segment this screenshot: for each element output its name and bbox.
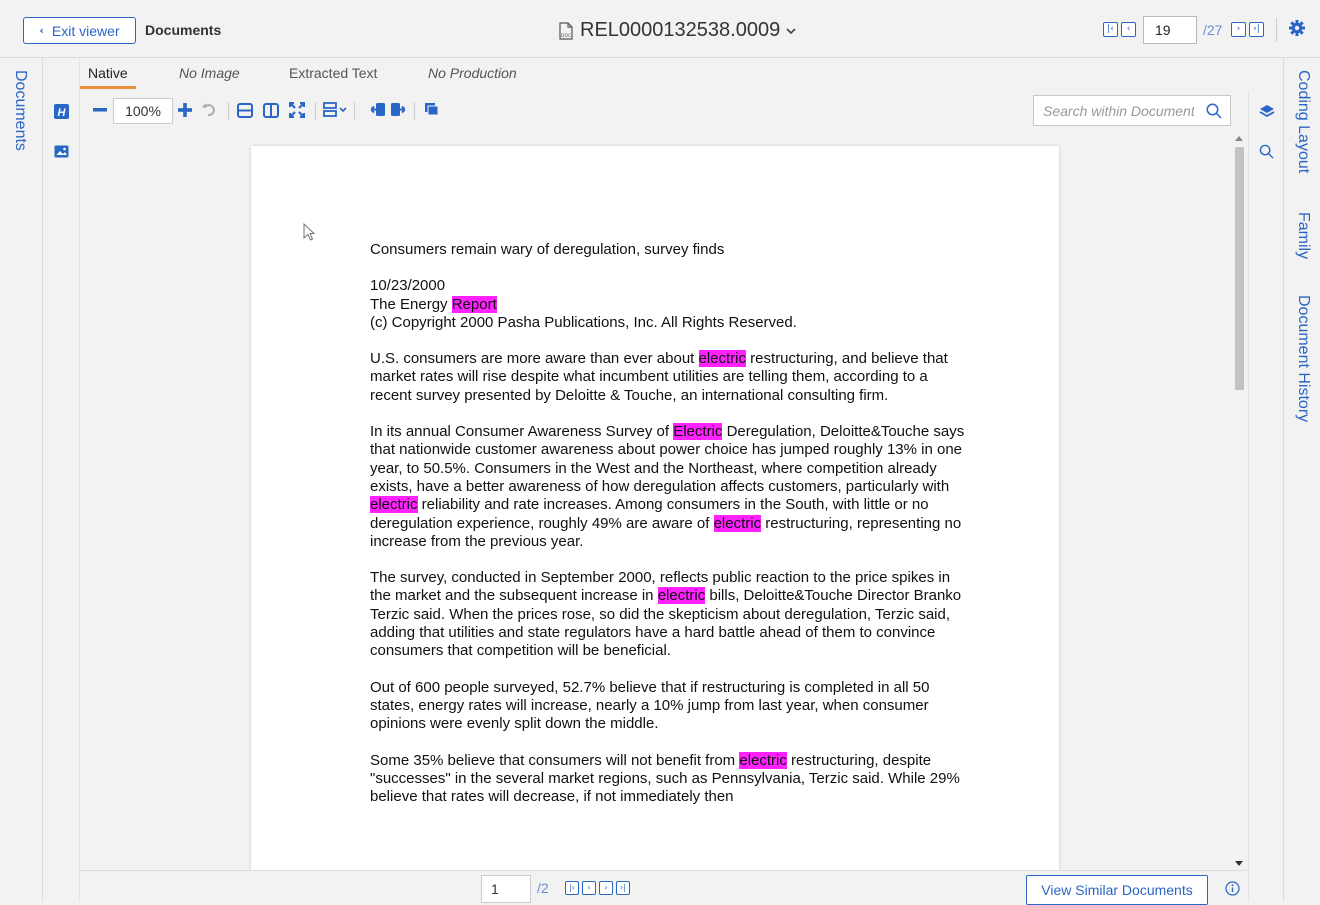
divider xyxy=(315,102,316,120)
view-similar-documents-button[interactable]: View Similar Documents xyxy=(1026,875,1208,905)
last-page-icon[interactable]: ›| xyxy=(616,881,630,895)
divider xyxy=(414,102,415,120)
first-document-icon[interactable]: |‹ xyxy=(1103,22,1118,37)
search-hit-highlight: electric xyxy=(657,587,706,605)
top-bar: ‹ Exit viewer Documents DOC REL000013253… xyxy=(0,0,1320,58)
fit-width-icon[interactable] xyxy=(237,103,253,118)
doc-paragraph: Some 35% believe that consumers will not… xyxy=(370,751,960,806)
coding-layout-tab[interactable]: Coding Layout xyxy=(1294,70,1312,173)
right-tools xyxy=(1248,91,1283,902)
fullscreen-icon[interactable] xyxy=(289,102,305,118)
active-tab-indicator xyxy=(80,86,136,89)
document-total: /27 xyxy=(1203,22,1223,38)
tab-native[interactable]: Native xyxy=(88,65,128,81)
family-tab[interactable]: Family xyxy=(1294,212,1312,259)
search-hit-highlight: electric xyxy=(739,751,787,769)
gear-icon[interactable] xyxy=(1288,19,1306,37)
doc-line-title: Consumers remain wary of deregulation, s… xyxy=(370,241,725,258)
doc-file-icon: DOC xyxy=(559,21,573,40)
scroll-up-icon[interactable] xyxy=(1235,136,1243,141)
viewer-toolbar: 100% xyxy=(80,91,1245,133)
document-page: Consumers remain wary of deregulation, s… xyxy=(251,146,1059,870)
tab-no-image[interactable]: No Image xyxy=(179,65,240,81)
doc-paragraph: In its annual Consumer Awareness Survey … xyxy=(370,423,965,550)
next-page-icon[interactable]: › xyxy=(599,881,613,895)
doc-line-copyright: (c) Copyright 2000 Pasha Publications, I… xyxy=(370,313,797,331)
search-within-document[interactable] xyxy=(1033,95,1231,126)
chevron-left-icon: ‹ xyxy=(39,24,44,37)
document-number-input[interactable]: 19 xyxy=(1143,16,1197,44)
doc-line-date: 10/23/2000 xyxy=(370,277,446,295)
exit-viewer-label: Exit viewer xyxy=(51,22,120,39)
document-id: REL0000132538.0009 xyxy=(580,19,781,41)
document-selector[interactable]: DOC REL0000132538.0009 xyxy=(558,19,796,42)
page-total: /2 xyxy=(537,880,549,896)
scroll-down-icon[interactable] xyxy=(1235,861,1243,866)
search-icon[interactable] xyxy=(1259,144,1274,159)
document-history-tab[interactable]: Document History xyxy=(1294,295,1312,422)
exit-viewer-button[interactable]: ‹ Exit viewer xyxy=(23,17,136,44)
svg-text:DOC: DOC xyxy=(561,33,571,39)
page-layout-dropdown-icon[interactable] xyxy=(323,102,347,118)
page-number-input[interactable]: 1 xyxy=(481,875,531,903)
search-input[interactable] xyxy=(1034,96,1194,125)
fit-page-icon[interactable] xyxy=(263,103,279,118)
zoom-level-input[interactable]: 100% xyxy=(113,98,173,124)
document-scrollbar[interactable] xyxy=(1232,133,1247,870)
info-icon[interactable] xyxy=(1225,881,1240,896)
view-tabs: Native No Image Extracted Text No Produc… xyxy=(80,58,1283,91)
search-hit-highlight: Report xyxy=(451,295,497,313)
doc-paragraph: Out of 600 people surveyed, 52.7% believ… xyxy=(370,678,930,733)
previous-page-icon[interactable]: ‹ xyxy=(582,881,596,895)
doc-paragraph: The survey, conducted in September 2000,… xyxy=(370,569,962,660)
image-icon[interactable] xyxy=(54,144,69,159)
search-hit-highlight: Electric xyxy=(673,423,723,441)
doc-paragraphs: U.S. consumers are more aware than ever … xyxy=(370,350,970,806)
search-hit-highlight: electric xyxy=(698,350,747,368)
bottom-bar: 1 /2 |‹ ‹ › ›| View Similar Documents xyxy=(80,870,1248,905)
documents-panel-toggle[interactable]: Documents xyxy=(11,70,29,151)
search-icon[interactable] xyxy=(1206,103,1222,119)
mouse-pointer-icon xyxy=(303,223,315,241)
zoom-in-icon[interactable] xyxy=(178,103,192,117)
divider xyxy=(228,102,229,120)
tab-extracted-text[interactable]: Extracted Text xyxy=(289,65,377,81)
highlight-icon[interactable]: H xyxy=(54,104,69,119)
zoom-out-icon[interactable] xyxy=(93,108,107,112)
divider xyxy=(354,102,355,120)
viewer-side-tools: H xyxy=(43,58,80,902)
last-document-icon[interactable]: ›| xyxy=(1249,22,1264,37)
next-document-icon[interactable]: › xyxy=(1231,22,1246,37)
previous-hit-icon[interactable] xyxy=(371,102,386,117)
doc-line-publication: The Energy Report xyxy=(370,295,497,313)
tab-no-production[interactable]: No Production xyxy=(428,65,517,81)
divider xyxy=(1276,18,1277,42)
previous-document-icon[interactable]: ‹ xyxy=(1121,22,1136,37)
document-body: Consumers remain wary of deregulation, s… xyxy=(370,241,970,824)
copy-pages-icon[interactable] xyxy=(424,102,439,117)
svg-text:H: H xyxy=(58,107,67,119)
search-hit-highlight: electric xyxy=(713,514,762,532)
doc-header-block: 10/23/2000 The Energy Report (c) Copyrig… xyxy=(370,277,970,332)
chevron-down-icon xyxy=(786,27,796,34)
scroll-thumb[interactable] xyxy=(1235,147,1244,390)
search-hit-highlight: electric xyxy=(370,496,418,514)
doc-paragraph: U.S. consumers are more aware than ever … xyxy=(370,350,948,404)
right-rail: Coding Layout Family Document History xyxy=(1283,58,1320,902)
breadcrumb[interactable]: Documents xyxy=(145,22,221,38)
rotate-icon[interactable] xyxy=(201,102,217,117)
first-page-icon[interactable]: |‹ xyxy=(565,881,579,895)
next-hit-icon[interactable] xyxy=(390,102,405,117)
document-viewer: Consumers remain wary of deregulation, s… xyxy=(80,133,1232,870)
layers-icon[interactable] xyxy=(1259,104,1275,119)
left-rail: Documents xyxy=(0,58,43,902)
